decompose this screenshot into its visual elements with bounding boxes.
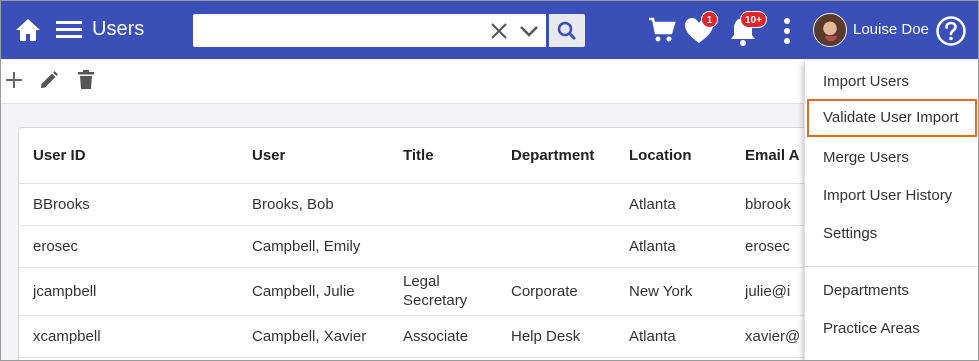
chevron-down-icon[interactable] — [519, 23, 539, 39]
cell-user-id: jcampbell — [19, 267, 252, 316]
search-icon — [557, 21, 577, 40]
more-options-menu: Import Users Validate User Import Merge … — [804, 61, 978, 360]
cell-title: Associate — [403, 315, 511, 358]
cell-title-line: Legal — [403, 273, 440, 290]
column-header-department[interactable]: Department — [511, 128, 629, 184]
cell-location: Atlanta — [629, 183, 745, 226]
cell-user-id: xcampbell — [19, 315, 252, 358]
cell-title-line: Secretary — [403, 292, 468, 309]
cart-icon[interactable] — [647, 15, 677, 45]
menu-item-import-users[interactable]: Import Users — [805, 63, 978, 101]
cell-title — [403, 225, 511, 268]
cell-location: Atlanta — [629, 225, 745, 268]
search-bar — [193, 14, 585, 47]
menu-item-practice-areas[interactable]: Practice Areas — [805, 310, 978, 348]
cell-user: Campbell, Emily — [252, 225, 403, 268]
cell-user: Campbell, Julie — [252, 267, 403, 316]
column-header-user-id[interactable]: User ID — [19, 128, 252, 184]
page-title: Users — [92, 18, 145, 40]
menu-divider — [805, 266, 978, 267]
cell-location: New York — [629, 267, 745, 316]
menu-item-departments[interactable]: Departments — [805, 272, 978, 310]
plus-icon[interactable] — [3, 69, 25, 91]
more-vertical-icon[interactable] — [779, 16, 795, 46]
trash-icon[interactable] — [75, 69, 97, 91]
cell-department: Corporate — [511, 267, 629, 316]
column-header-user[interactable]: User — [252, 128, 403, 184]
cell-user: Campbell, Xavier — [252, 315, 403, 358]
column-header-title[interactable]: Title — [403, 128, 511, 184]
cell-department — [511, 225, 629, 268]
menu-item-validate-user-import[interactable]: Validate User Import — [807, 99, 977, 137]
menu-item-merge-users[interactable]: Merge Users — [805, 139, 978, 177]
cell-department: Help Desk — [511, 315, 629, 358]
top-header: Users 1 10+ Louise Doe — [1, 1, 978, 59]
home-icon[interactable] — [15, 18, 41, 42]
cell-user-id: BBrooks — [19, 183, 252, 226]
close-icon[interactable] — [490, 22, 508, 40]
cell-title — [403, 183, 511, 226]
cell-title: Legal Secretary — [403, 267, 511, 316]
column-header-location[interactable]: Location — [629, 128, 745, 184]
cell-location: Atlanta — [629, 315, 745, 358]
menu-item-settings[interactable]: Settings — [805, 215, 978, 253]
cell-department — [511, 183, 629, 226]
pencil-icon[interactable] — [38, 69, 60, 91]
user-name[interactable]: Louise Doe — [853, 21, 929, 38]
favorites-badge: 1 — [701, 11, 718, 28]
avatar[interactable] — [813, 13, 847, 47]
menu-item-import-user-history[interactable]: Import User History — [805, 177, 978, 215]
app-window: Users 1 10+ Louise Doe User ID User Titl… — [0, 0, 979, 361]
cell-user-id: erosec — [19, 225, 252, 268]
search-button[interactable] — [549, 14, 585, 47]
help-icon[interactable] — [935, 15, 967, 47]
cell-user: Brooks, Bob — [252, 183, 403, 226]
hamburger-menu-icon[interactable] — [56, 19, 84, 41]
notifications-badge: 10+ — [740, 11, 767, 28]
